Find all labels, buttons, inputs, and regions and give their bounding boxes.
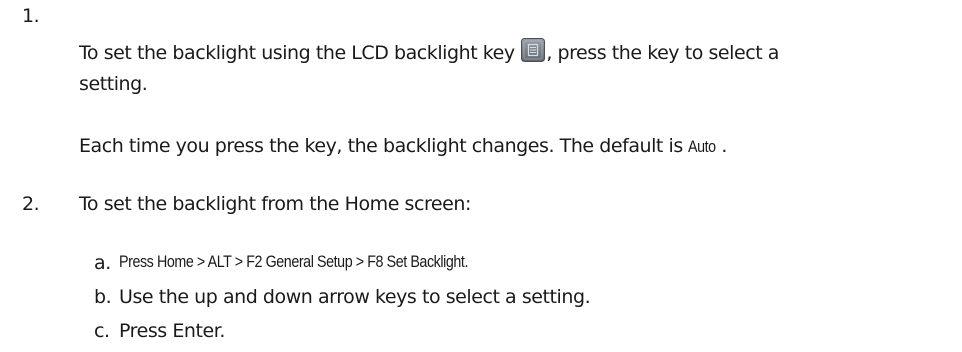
substep-b-letter: b. bbox=[94, 286, 112, 308]
lcd-backlight-key-icon bbox=[521, 38, 546, 62]
step-1-note-prefix: Each time you press the key, the backlig… bbox=[79, 135, 689, 157]
substep-a-letter: a. bbox=[94, 252, 111, 274]
step-1-note-value: Auto bbox=[688, 137, 717, 156]
step-1-text-after-icon: , press the key to select a bbox=[546, 42, 779, 64]
step-1-line-1: To set the backlight using the LCD backl… bbox=[79, 38, 779, 64]
step-2-text: To set the backlight from the Home scree… bbox=[79, 193, 471, 215]
substep-a-text: Press Home > ALT > F2 General Setup > F8… bbox=[119, 252, 535, 272]
substep-a-command: Press Home > ALT > F2 General Setup > F8… bbox=[119, 252, 469, 271]
step-1-note: Each time you press the key, the backlig… bbox=[79, 135, 727, 157]
step-1-line-2: setting. bbox=[79, 73, 148, 95]
substep-b-text: Use the up and down arrow keys to select… bbox=[119, 286, 591, 308]
step-2-number: 2. bbox=[22, 193, 40, 215]
step-1-note-suffix: . bbox=[721, 135, 727, 157]
step-1-text-before-icon: To set the backlight using the LCD backl… bbox=[79, 42, 521, 64]
step-1-number: 1. bbox=[22, 5, 40, 27]
substep-c-letter: c. bbox=[94, 320, 110, 342]
substep-c-text: Press Enter. bbox=[119, 320, 225, 342]
